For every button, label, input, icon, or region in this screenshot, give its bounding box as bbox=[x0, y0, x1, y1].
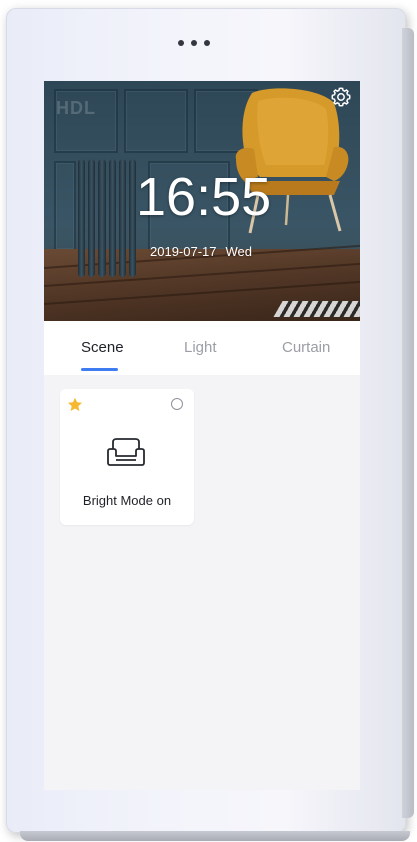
radiator-fin bbox=[128, 159, 137, 277]
sensor-dot bbox=[178, 40, 184, 46]
device-bottom-edge bbox=[20, 831, 410, 841]
device-side-edge bbox=[402, 28, 414, 818]
touch-screen: HDL 16:55 2019-07-17 Wed Scene Light Curt… bbox=[44, 81, 360, 790]
scene-label: Bright Mode on bbox=[82, 493, 172, 508]
radiator-fin bbox=[108, 159, 116, 277]
clock-date: 2019-07-17 Wed bbox=[150, 244, 252, 259]
tab-scene[interactable]: Scene bbox=[81, 339, 124, 356]
tab-curtain[interactable]: Curtain bbox=[282, 339, 330, 356]
radiator-fin bbox=[118, 159, 126, 277]
hero-banner: HDL 16:55 2019-07-17 Wed bbox=[44, 81, 360, 321]
gear-icon[interactable] bbox=[329, 85, 353, 109]
radiator-illustration bbox=[78, 159, 137, 277]
clock-time: 16:55 bbox=[136, 167, 272, 227]
sofa-icon bbox=[107, 438, 145, 466]
scene-select-radio[interactable] bbox=[171, 398, 183, 410]
wall-panel bbox=[54, 161, 76, 251]
star-icon[interactable] bbox=[67, 397, 83, 413]
radiator-fin bbox=[98, 159, 106, 277]
scene-card-bright-mode[interactable]: Bright Mode on bbox=[60, 389, 194, 525]
radiator-fin bbox=[88, 159, 96, 277]
sensor-dot bbox=[191, 40, 197, 46]
tab-bar: Scene Light Curtain bbox=[44, 321, 360, 375]
date-text: 2019-07-17 bbox=[150, 244, 217, 259]
tab-light[interactable]: Light bbox=[184, 339, 217, 356]
brand-logo: HDL bbox=[56, 98, 96, 118]
radiator-fin bbox=[78, 159, 86, 277]
scene-list: Bright Mode on bbox=[44, 375, 360, 790]
sensor-dots bbox=[178, 40, 210, 46]
rug-illustration bbox=[273, 301, 360, 317]
sensor-dot bbox=[204, 40, 210, 46]
weekday-text: Wed bbox=[225, 244, 253, 259]
wall-panel bbox=[124, 89, 188, 153]
control-panel-device: HDL 16:55 2019-07-17 Wed Scene Light Curt… bbox=[6, 8, 414, 841]
active-tab-indicator bbox=[81, 368, 118, 371]
